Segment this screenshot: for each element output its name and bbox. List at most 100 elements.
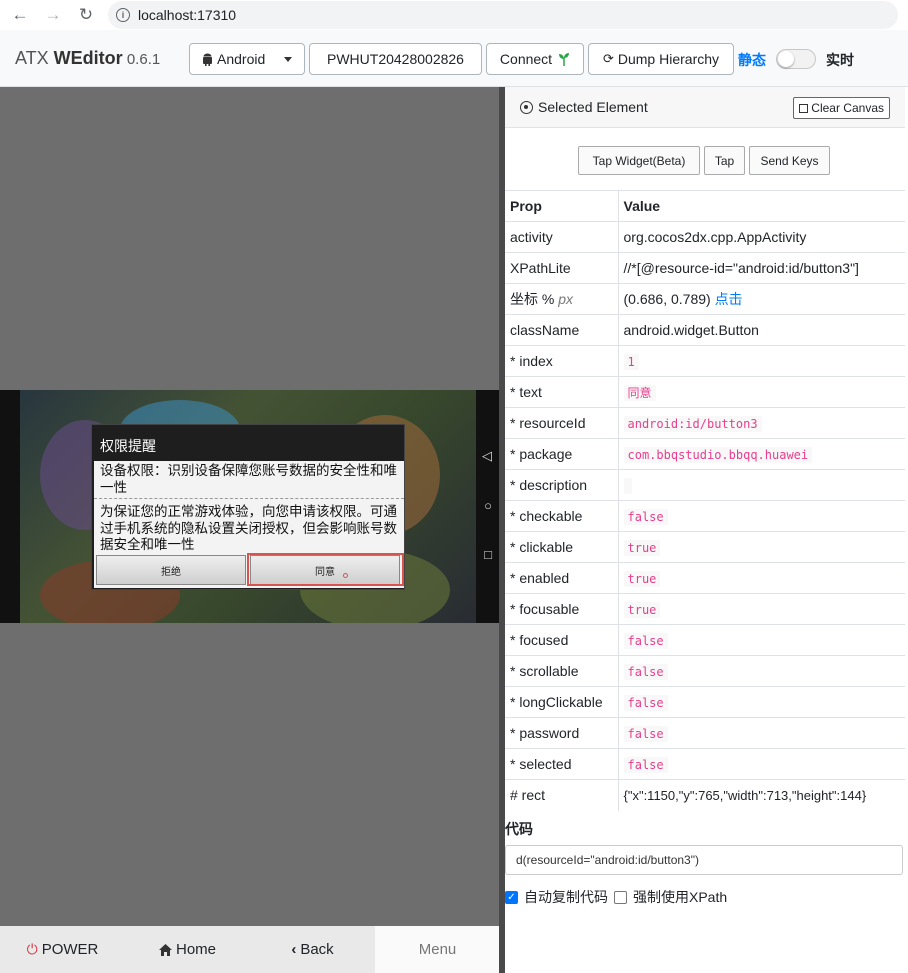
table-row: * description	[505, 469, 905, 501]
clear-canvas-button[interactable]: Clear Canvas	[793, 97, 890, 119]
home-button[interactable]: Home	[125, 926, 250, 973]
platform-select[interactable]: Android	[189, 43, 305, 75]
prop-name: XPathLite	[505, 252, 619, 284]
px-toggle[interactable]: px	[558, 291, 573, 307]
table-row: # rect {"x":1150,"y":765,"width":713,"he…	[505, 779, 905, 811]
auto-copy-checkbox[interactable]: ✓	[505, 890, 518, 904]
code-value: false	[623, 695, 668, 711]
device-canvas[interactable]: 权限提醒 设备权限：识别设备保障您账号数据的安全性和唯一性 为保证您的正常游戏体…	[0, 87, 500, 926]
coord-click-link[interactable]: 点击	[715, 291, 743, 307]
nav-recent-icon[interactable]: □	[484, 547, 492, 562]
tap-widget-button[interactable]: Tap Widget(Beta)	[578, 146, 700, 175]
prop-value: org.cocos2dx.cpp.AppActivity	[618, 221, 905, 253]
prop-name: * checkable	[505, 500, 619, 532]
inspector-panel: Selected Element Clear Canvas Tap Widget…	[505, 87, 908, 973]
table-row: className android.widget.Button	[505, 314, 905, 346]
inspector-title: Selected Element	[538, 99, 648, 115]
code-input[interactable]: d(resourceId="android:id/button3")	[505, 845, 903, 875]
auto-copy-label: 自动复制代码	[524, 889, 608, 905]
refresh-icon: ⟳	[602, 51, 614, 66]
table-row: * clickable true	[505, 531, 905, 563]
back-arrow-icon[interactable]: ←	[10, 5, 30, 25]
address-bar[interactable]: i localhost:17310	[108, 1, 898, 29]
table-row: * checkable false	[505, 500, 905, 532]
prop-value: android.widget.Button	[618, 314, 905, 346]
reload-icon[interactable]: ↻	[76, 5, 96, 25]
home-icon	[158, 943, 172, 956]
table-row: * index 1	[505, 345, 905, 377]
crosshair-icon	[520, 100, 533, 114]
prop-value: {"x":1150,"y":765,"width":713,"height":1…	[618, 779, 905, 811]
device-serial-input[interactable]: PWHUT20428002826	[309, 43, 482, 75]
table-row: * scrollable false	[505, 655, 905, 687]
square-icon	[799, 103, 809, 113]
prop-value: 1	[618, 345, 905, 377]
column-header-value: Value	[618, 190, 905, 222]
force-xpath-label: 强制使用XPath	[633, 889, 728, 905]
prop-value	[618, 469, 905, 501]
code-value: 1	[623, 354, 639, 370]
back-button[interactable]: ‹ Back	[250, 926, 375, 973]
connect-button[interactable]: Connect	[486, 43, 584, 75]
prop-value: com.bbqstudio.bbqq.huawei	[618, 438, 905, 470]
table-row: * focused false	[505, 624, 905, 656]
info-icon[interactable]: i	[116, 8, 130, 22]
realtime-toggle[interactable]	[776, 49, 816, 69]
prop-name: # rect	[505, 779, 619, 811]
code-options: ✓ 自动复制代码 强制使用XPath	[505, 887, 727, 907]
app-header: ATX WEditor 0.6.1 Android PWHUT204280028…	[0, 30, 908, 87]
code-value: false	[623, 726, 668, 742]
prop-value: false	[618, 686, 905, 718]
tap-button[interactable]: Tap	[704, 146, 745, 175]
prop-value: false	[618, 500, 905, 532]
prop-value: //*[@resource-id="android:id/button3"]	[618, 252, 905, 284]
power-icon: ⏻	[26, 941, 38, 957]
dialog-message-1: 设备权限：识别设备保障您账号数据的安全性和唯一性	[100, 463, 397, 495]
prop-name: * focused	[505, 624, 619, 656]
power-button[interactable]: ⏻ POWER	[0, 926, 125, 973]
code-value: false	[623, 509, 668, 525]
connect-label: Connect	[499, 51, 553, 67]
table-row: * package com.bbqstudio.bbqq.huawei	[505, 438, 905, 470]
prop-value: true	[618, 531, 905, 563]
deny-button[interactable]: 拒绝	[96, 555, 246, 585]
power-label: POWER	[41, 941, 99, 958]
chevron-left-icon: ‹	[291, 941, 297, 958]
dump-hierarchy-button[interactable]: ⟳ Dump Hierarchy	[588, 43, 734, 75]
brand-prefix: ATX	[15, 47, 54, 68]
prop-name: * description	[505, 469, 619, 501]
table-row: * text 同意	[505, 376, 905, 408]
table-row: XPathLite //*[@resource-id="android:id/b…	[505, 252, 905, 284]
forward-arrow-icon[interactable]: →	[43, 5, 63, 25]
static-mode-label: 静态	[738, 52, 766, 68]
menu-button[interactable]: Menu	[375, 926, 500, 973]
coord-label: 坐标 %	[510, 291, 555, 307]
code-value: true	[623, 540, 661, 556]
home-label: Home	[175, 941, 216, 958]
table-row: * resourceId android:id/button3	[505, 407, 905, 439]
code-value	[623, 477, 632, 494]
table-row: activity org.cocos2dx.cpp.AppActivity	[505, 221, 905, 253]
send-keys-button[interactable]: Send Keys	[749, 146, 830, 175]
device-screen[interactable]: 权限提醒 设备权限：识别设备保障您账号数据的安全性和唯一性 为保证您的正常游戏体…	[0, 390, 500, 623]
prop-value: false	[618, 655, 905, 687]
table-row: * longClickable false	[505, 686, 905, 718]
nav-home-icon[interactable]: ○	[484, 498, 492, 513]
clear-canvas-label: Clear Canvas	[811, 101, 884, 115]
code-value: false	[623, 664, 668, 680]
force-xpath-checkbox[interactable]	[614, 890, 627, 904]
table-row: * selected false	[505, 748, 905, 780]
prop-name: * password	[505, 717, 619, 749]
nav-back-icon[interactable]: ◁	[482, 448, 492, 464]
code-value: false	[623, 633, 668, 649]
browser-toolbar: ← → ↻ i localhost:17310	[0, 0, 908, 30]
prop-name: * longClickable	[505, 686, 619, 718]
table-row: * focusable true	[505, 593, 905, 625]
prop-name: * text	[505, 376, 619, 408]
table-row: * enabled true	[505, 562, 905, 594]
dump-label: Dump Hierarchy	[617, 51, 720, 67]
dialog-title: 权限提醒	[100, 438, 156, 454]
prop-name: * focusable	[505, 593, 619, 625]
prop-value: android:id/button3	[618, 407, 905, 439]
column-header-prop: Prop	[505, 190, 619, 222]
